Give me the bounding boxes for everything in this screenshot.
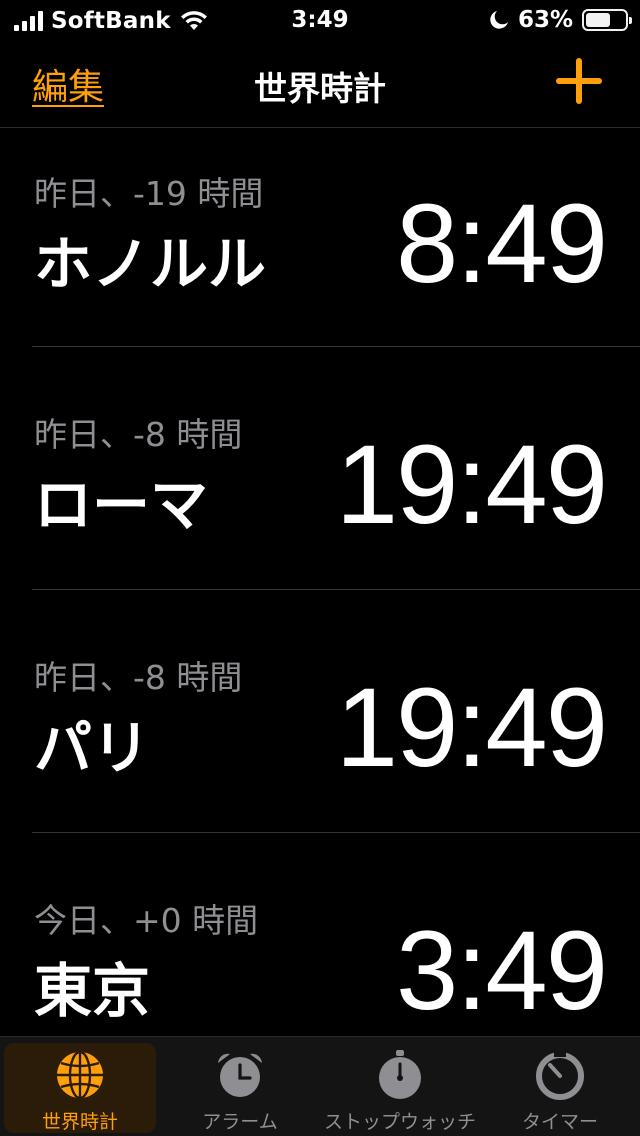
world-clock-list[interactable]: 昨日、-19 時間 ホノルル 8:49 昨日、-8 時間 ローマ 19:49 昨…: [0, 129, 640, 1036]
clock-city: ホノルル: [34, 230, 267, 298]
timer-icon: [536, 1051, 584, 1100]
clock-offset: 昨日、-19 時間: [34, 174, 264, 213]
clock-city: パリ: [34, 714, 151, 782]
row-divider: [32, 832, 640, 833]
tab-stopwatch[interactable]: ストップウォッチ: [324, 1043, 476, 1133]
tab-world-clock[interactable]: 世界時計: [4, 1043, 156, 1133]
moon-icon: [490, 11, 508, 29]
clock-time: 19:49: [335, 665, 608, 790]
battery-tip: [629, 17, 632, 24]
battery-percent: 63%: [517, 7, 573, 33]
clock-row[interactable]: 昨日、-8 時間 ローマ 19:49: [0, 372, 640, 615]
clock-city: ローマ: [34, 471, 209, 539]
battery-icon: [582, 9, 632, 31]
clock-row[interactable]: 今日、+0 時間 東京 3:49: [0, 858, 640, 1036]
clock-city: 東京: [34, 957, 151, 1025]
tab-alarm[interactable]: アラーム: [164, 1043, 316, 1133]
battery-level-fill: [586, 13, 610, 27]
tab-timer[interactable]: タイマー: [484, 1043, 636, 1133]
navigation-bar: 編集 世界時計: [0, 40, 640, 128]
clock-offset: 昨日、-8 時間: [34, 658, 243, 697]
tab-label: 世界時計: [41, 1111, 118, 1133]
clock-row[interactable]: 昨日、-19 時間 ホノルル 8:49: [0, 129, 640, 372]
status-bar: SoftBank 3:49 63%: [0, 0, 640, 40]
clock-time: 3:49: [396, 908, 608, 1033]
status-right: 63%: [489, 7, 632, 33]
clock-time: 19:49: [335, 422, 608, 547]
add-clock-button[interactable]: [556, 58, 602, 104]
alarm-clock-icon: [218, 1053, 262, 1097]
stopwatch-icon: [379, 1050, 421, 1099]
clock-offset: 昨日、-8 時間: [34, 415, 243, 454]
clock-offset: 今日、+0 時間: [34, 901, 259, 940]
tab-label: アラーム: [202, 1111, 278, 1133]
row-divider: [32, 346, 640, 347]
row-divider: [32, 589, 640, 590]
clock-time: 8:49: [396, 181, 608, 306]
tab-bar: 世界時計 アラーム ストップウォッチ タイマー: [0, 1036, 640, 1136]
tab-label: ストップウォッチ: [324, 1111, 477, 1133]
tab-label: タイマー: [521, 1111, 598, 1133]
page-title: 世界時計: [254, 69, 386, 108]
clock-row[interactable]: 昨日、-8 時間 パリ 19:49: [0, 615, 640, 858]
globe-icon: [57, 1050, 103, 1100]
